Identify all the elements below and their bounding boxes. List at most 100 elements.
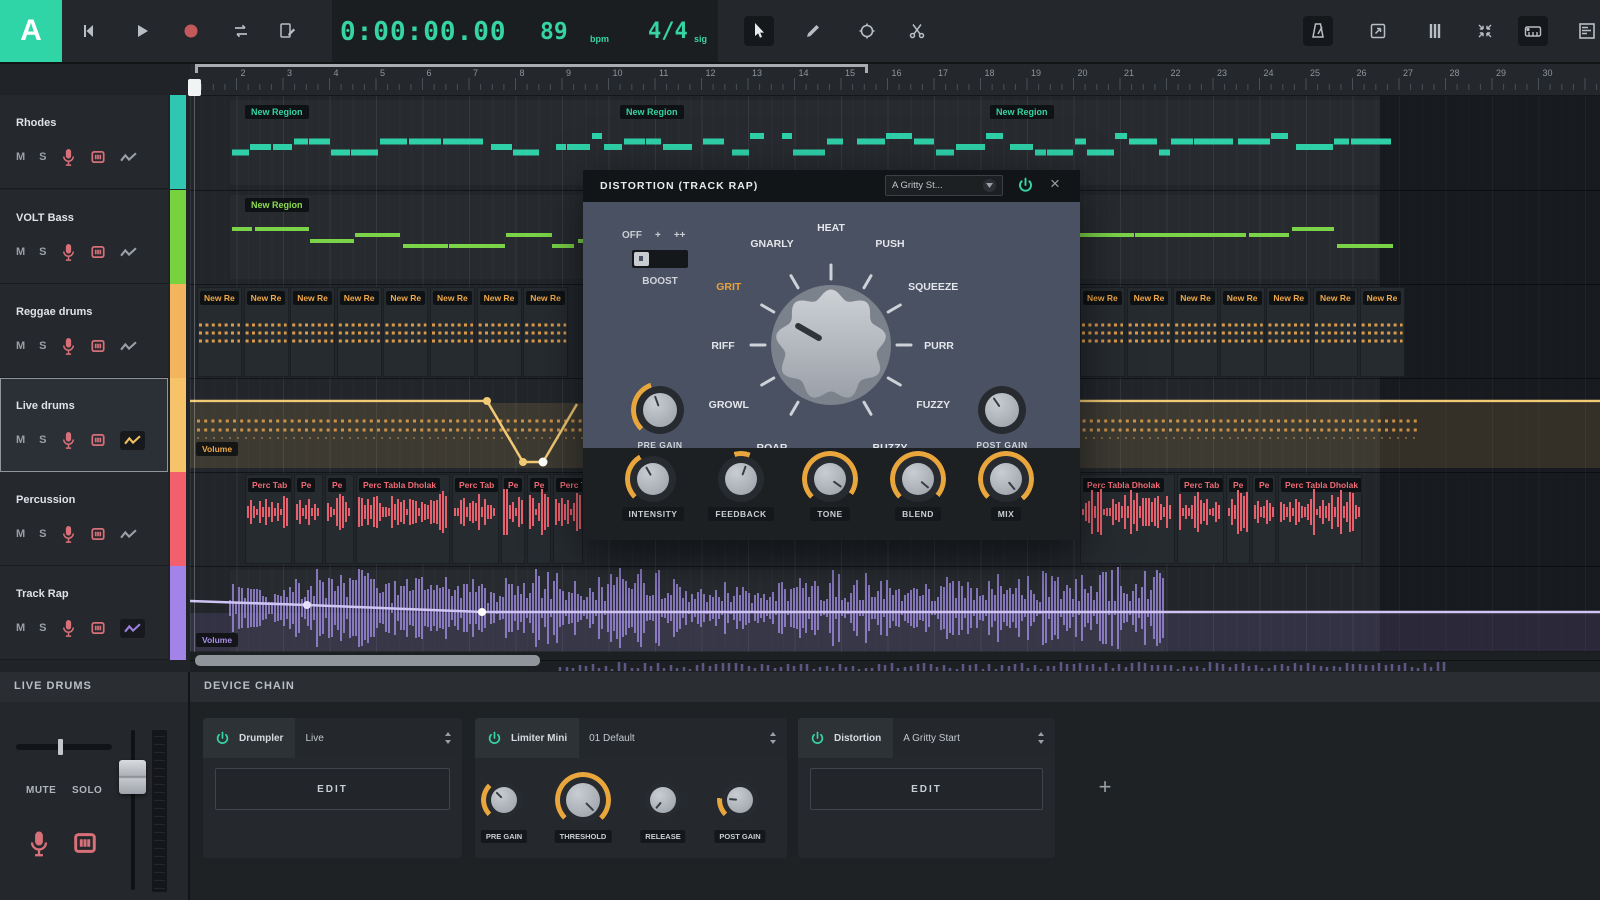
reggae-drum-clip[interactable]: New Re [383, 287, 428, 377]
mute-button[interactable]: M [16, 622, 25, 634]
reggae-drum-clip[interactable]: New Re [477, 287, 522, 377]
track-header-reggae-drums[interactable]: Reggae drumsMS [0, 284, 168, 378]
boost-off-button[interactable]: OFF [622, 230, 642, 241]
pencil-tool-button[interactable] [798, 16, 828, 46]
solo-button[interactable]: S [39, 622, 46, 634]
pan-thumb[interactable] [58, 739, 63, 755]
record-arm-icon[interactable] [61, 619, 76, 638]
record-arm-icon[interactable] [61, 243, 76, 262]
automation-icon[interactable] [120, 619, 145, 638]
device-name[interactable]: Drumpler [239, 733, 283, 744]
dial-label-push[interactable]: PUSH [875, 238, 904, 250]
dial-label-heat[interactable]: HEAT [817, 222, 845, 234]
power-button[interactable] [487, 731, 502, 746]
record-button[interactable] [176, 16, 206, 46]
volume-fader-thumb[interactable] [119, 760, 146, 794]
distortion-character-dial[interactable]: ROARGROWLRIFFGRITGNARLYHEATPUSHSQUEEZEPU… [661, 220, 1001, 470]
mute-button[interactable]: M [16, 340, 25, 352]
midi-region-label[interactable]: New Region [245, 105, 309, 119]
dial-label-growl[interactable]: GROWL [709, 399, 750, 411]
solo-button[interactable]: S [39, 246, 46, 258]
mute-button[interactable]: M [16, 528, 25, 540]
scissors-tool-button[interactable] [902, 16, 932, 46]
device-name[interactable]: Limiter Mini [511, 733, 567, 744]
mute-button[interactable]: M [16, 151, 25, 163]
track-header-volt-bass[interactable]: VOLT BassMS [0, 190, 168, 284]
automation-icon[interactable] [120, 528, 137, 541]
automation-icon[interactable] [120, 340, 137, 353]
percussion-clip[interactable]: Pe [501, 474, 525, 564]
midi-region-label[interactable]: New Region [620, 105, 684, 119]
pre-gain-knob[interactable] [636, 386, 684, 434]
dial-label-riff[interactable]: RIFF [711, 340, 735, 352]
pan-slider[interactable] [16, 744, 112, 750]
mute-button[interactable]: MUTE [26, 785, 56, 796]
monitor-icon[interactable] [90, 432, 106, 448]
midi-keyboard-button[interactable] [1518, 16, 1548, 46]
percussion-clip[interactable]: Perc Tabla Dholak [1278, 474, 1362, 564]
monitor-icon[interactable] [72, 830, 98, 856]
app-logo[interactable]: A [0, 0, 62, 62]
bpm-value[interactable]: 89 [540, 19, 568, 45]
dial-label-squeeze[interactable]: SQUEEZE [908, 281, 958, 293]
dial-label-gnarly[interactable]: GNARLY [750, 238, 793, 250]
feedback-knob[interactable] [718, 456, 764, 502]
dial-label-purr[interactable]: PURR [924, 340, 954, 352]
piano-view-button[interactable] [1420, 16, 1450, 46]
limiter-release-knob[interactable] [645, 782, 681, 818]
blend-knob[interactable] [895, 456, 941, 502]
quantize-tool-button[interactable] [852, 16, 882, 46]
volume-fader-track[interactable] [131, 730, 135, 890]
tone-knob[interactable] [807, 456, 853, 502]
reggae-drum-clip[interactable]: New Re [1266, 287, 1311, 377]
limiter-pre-gain-knob[interactable] [486, 782, 522, 818]
mute-button[interactable]: M [16, 434, 25, 446]
percussion-clip[interactable]: Pe [1226, 474, 1250, 564]
percussion-clip[interactable]: Perc Tabla Dholak [553, 474, 583, 564]
monitor-icon[interactable] [90, 244, 106, 260]
record-arm-icon[interactable] [61, 525, 76, 544]
edit-button[interactable]: EDIT [215, 768, 450, 810]
pointer-tool-button[interactable] [744, 16, 774, 46]
solo-button[interactable]: S [39, 151, 46, 163]
close-icon[interactable]: × [1050, 174, 1060, 194]
power-button[interactable] [810, 731, 825, 746]
reggae-drum-clip[interactable]: New Re [337, 287, 382, 377]
monitor-icon[interactable] [90, 149, 106, 165]
midi-region-label[interactable]: New Region [990, 105, 1054, 119]
percussion-clip[interactable]: Pe [294, 474, 323, 564]
track-header-track-rap[interactable]: Track RapMS [0, 566, 168, 660]
percussion-clip[interactable]: Pe [527, 474, 551, 564]
scale-view-button[interactable] [1363, 16, 1393, 46]
solo-button[interactable]: S [39, 528, 46, 540]
reggae-drum-clip[interactable]: New Re [1173, 287, 1218, 377]
play-button[interactable] [127, 16, 157, 46]
percussion-clip[interactable]: Pe [1252, 474, 1276, 564]
device-name[interactable]: Distortion [834, 733, 881, 744]
add-device-button[interactable]: + [1090, 772, 1120, 802]
percussion-clip[interactable]: Perc Tabla Dholak [356, 474, 450, 564]
track-header-rhodes[interactable]: RhodesMS [0, 95, 168, 189]
solo-button[interactable]: S [39, 340, 46, 352]
loop-region-bracket[interactable] [195, 64, 868, 73]
record-arm-icon[interactable] [61, 148, 76, 167]
reggae-drum-clip[interactable]: New Re [1360, 287, 1405, 377]
reggae-drum-clip[interactable]: New Re [1127, 287, 1172, 377]
preset-selector[interactable]: A Gritty St... [885, 175, 1003, 196]
loop-button[interactable] [226, 16, 256, 46]
scrollbar-thumb[interactable] [195, 655, 540, 666]
mute-button[interactable]: M [16, 246, 25, 258]
record-arm-icon[interactable] [61, 337, 76, 356]
reggae-drum-clip[interactable]: New Re [1313, 287, 1358, 377]
mix-knob[interactable] [983, 456, 1029, 502]
percussion-clip[interactable]: Perc Tab [1177, 474, 1224, 564]
automation-icon[interactable] [120, 246, 137, 259]
edit-button[interactable]: EDIT [810, 768, 1043, 810]
count-in-icon[interactable] [272, 16, 302, 46]
reggae-drum-clip[interactable]: New Re [290, 287, 335, 377]
dialog-header[interactable]: DISTORTION (TRACK RAP) A Gritty St... × [583, 170, 1080, 202]
dial-label-fuzzy[interactable]: FUZZY [916, 399, 950, 411]
monitor-icon[interactable] [90, 338, 106, 354]
monitor-icon[interactable] [90, 526, 106, 542]
record-arm-icon[interactable] [61, 431, 76, 450]
